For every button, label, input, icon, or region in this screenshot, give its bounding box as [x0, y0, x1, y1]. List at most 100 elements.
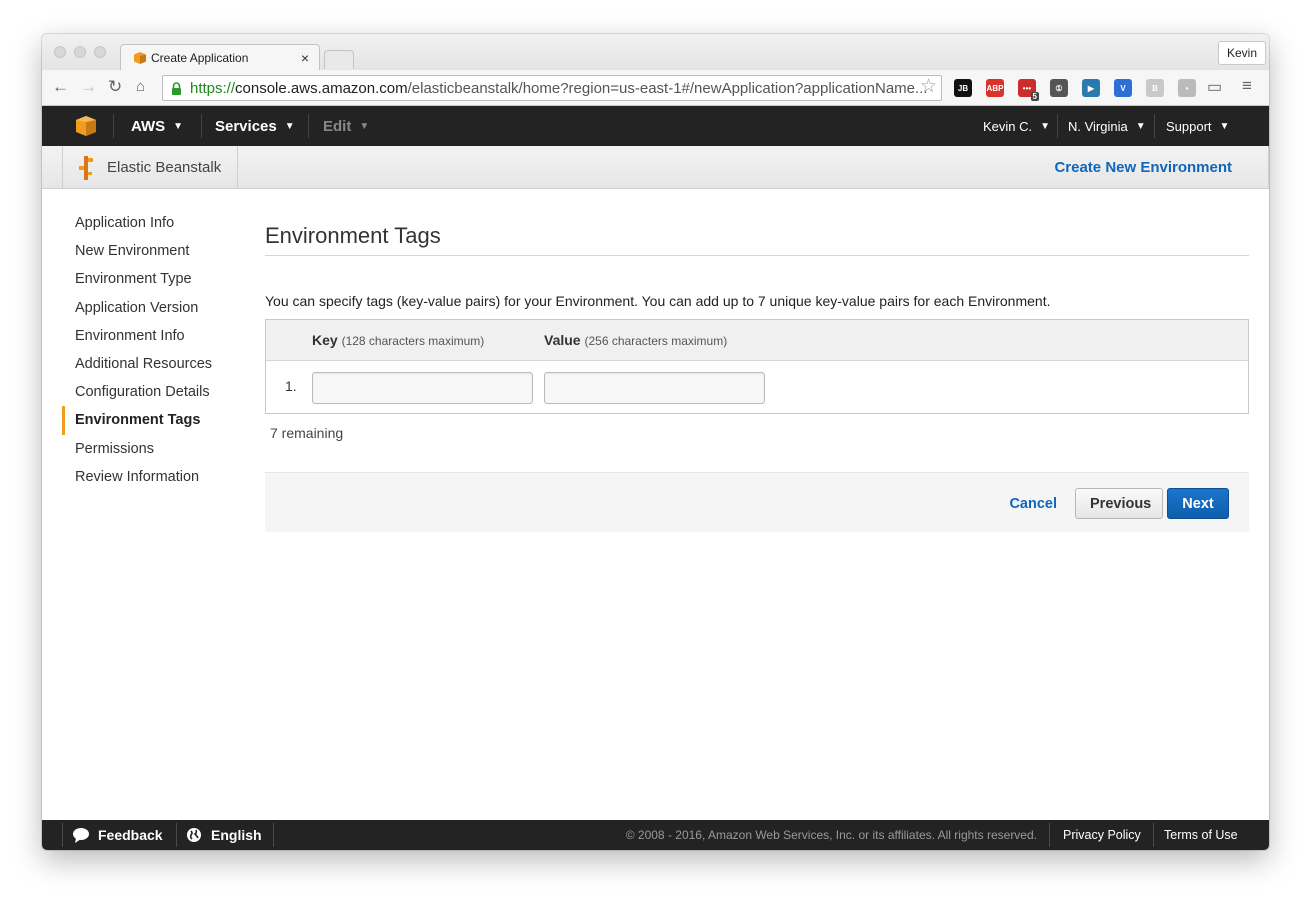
- sidebar-item-configuration-details[interactable]: Configuration Details: [62, 378, 242, 406]
- aws-menu-label: AWS: [131, 117, 166, 135]
- bookmark-icon[interactable]: B: [1146, 79, 1164, 97]
- main-content: Environment Tags You can specify tags (k…: [265, 209, 1249, 532]
- url-path: /elasticbeanstalk/home?region=us-east-1#…: [407, 79, 928, 97]
- value-header-label: Value: [544, 332, 581, 348]
- next-button[interactable]: Next: [1167, 488, 1229, 519]
- chevron-down-icon: ▼: [173, 120, 184, 132]
- key-column-header: Key (128 characters maximum): [312, 332, 484, 348]
- aws-footer: Feedback English © 2008 - 2016, Amazon W…: [42, 820, 1269, 850]
- wizard-actions: Cancel Previous Next: [265, 472, 1249, 532]
- address-bar[interactable]: https://console.aws.amazon.com/elasticbe…: [162, 75, 942, 101]
- tab-close-icon[interactable]: ×: [301, 50, 309, 66]
- url-host: console.aws.amazon.com: [235, 79, 408, 97]
- browser-tab[interactable]: Create Application ×: [120, 44, 320, 71]
- sidebar-item-application-version[interactable]: Application Version: [62, 294, 242, 322]
- back-arrow-icon[interactable]: ←: [52, 78, 69, 96]
- language-label: English: [211, 827, 262, 843]
- speech-bubble-icon: [73, 828, 89, 843]
- tags-description: You can specify tags (key-value pairs) f…: [265, 293, 1051, 309]
- sidebar-item-review-information[interactable]: Review Information: [62, 463, 242, 491]
- bookmark-star-icon[interactable]: ☆: [920, 75, 937, 98]
- aws-box-icon: [134, 52, 146, 64]
- globe-icon: [187, 828, 201, 842]
- support-menu-label: Support: [1166, 118, 1212, 134]
- reload-icon[interactable]: ↻: [108, 78, 122, 96]
- tab-strip: Create Application × Kevin: [42, 34, 1269, 71]
- user-menu-label: Kevin C.: [983, 118, 1033, 134]
- cast-icon[interactable]: ▭: [1207, 79, 1222, 97]
- chevron-down-icon: ▼: [1040, 120, 1051, 132]
- feedback-label: Feedback: [98, 827, 163, 843]
- new-tab-button[interactable]: [324, 50, 354, 69]
- window-controls: [54, 46, 106, 58]
- play-icon[interactable]: ▶: [1082, 79, 1100, 97]
- home-icon[interactable]: ⌂: [136, 78, 145, 96]
- services-menu[interactable]: Services ▼: [215, 106, 295, 146]
- chevron-down-icon: ▼: [284, 120, 295, 132]
- sidebar-item-new-environment[interactable]: New Environment: [62, 237, 242, 265]
- copyright-text: © 2008 - 2016, Amazon Web Services, Inc.…: [625, 828, 1037, 842]
- remaining-count: 7 remaining: [270, 425, 344, 441]
- terms-of-use-link[interactable]: Terms of Use: [1164, 820, 1238, 850]
- jetbrains-icon[interactable]: JB: [954, 79, 972, 97]
- lastpass-icon[interactable]: ••• 5: [1018, 79, 1039, 101]
- services-menu-label: Services: [215, 117, 277, 135]
- language-link[interactable]: English: [186, 820, 262, 850]
- row-number: 1.: [285, 378, 297, 394]
- menu-icon[interactable]: ≡: [1242, 77, 1252, 95]
- zoom-window-button[interactable]: [94, 46, 106, 58]
- sidebar-item-environment-tags[interactable]: Environment Tags: [62, 406, 242, 435]
- key-header-hint: (128 characters maximum): [341, 334, 485, 348]
- wizard-steps-nav: Application Info New Environment Environme…: [62, 209, 242, 491]
- previous-button[interactable]: Previous: [1075, 488, 1163, 519]
- support-menu[interactable]: Support ▼: [1166, 106, 1229, 146]
- user-menu[interactable]: Kevin C. ▼: [983, 106, 1050, 146]
- sidebar-item-additional-resources[interactable]: Additional Resources: [62, 350, 242, 378]
- chevron-down-icon: ▼: [359, 120, 370, 132]
- sidebar-item-environment-type[interactable]: Environment Type: [62, 265, 242, 293]
- forward-arrow-icon[interactable]: →: [80, 78, 97, 96]
- create-new-environment-link[interactable]: Create New Environment: [1038, 146, 1269, 188]
- sidebar-item-application-info[interactable]: Application Info: [62, 209, 242, 237]
- tags-table-header: Key (128 characters maximum) Value (256 …: [266, 320, 1248, 361]
- close-window-button[interactable]: [54, 46, 66, 58]
- url-scheme: https://: [190, 79, 236, 97]
- extension-badge: 5: [1030, 92, 1039, 101]
- aws-logo-icon[interactable]: [74, 114, 98, 138]
- region-menu[interactable]: N. Virginia ▼: [1068, 106, 1146, 146]
- sidebar-item-environment-info[interactable]: Environment Info: [62, 322, 242, 350]
- page-title: Environment Tags: [265, 209, 1249, 256]
- chevron-down-icon: ▼: [1135, 120, 1146, 132]
- cancel-button[interactable]: Cancel: [1009, 496, 1057, 512]
- tab-title: Create Application: [151, 51, 249, 65]
- beanstalk-icon: [79, 156, 93, 180]
- tag-value-input[interactable]: [544, 372, 765, 404]
- edit-menu[interactable]: Edit ▼: [323, 106, 369, 146]
- browser-window: Create Application × Kevin ← → ↻ ⌂ https…: [42, 34, 1269, 850]
- key-header-label: Key: [312, 332, 338, 348]
- value-column-header: Value (256 characters maximum): [544, 332, 727, 348]
- service-bar: Elastic Beanstalk Create New Environment: [42, 146, 1269, 189]
- minimize-window-button[interactable]: [74, 46, 86, 58]
- aws-top-nav: AWS ▼ Services ▼ Edit ▼ Kevin C. ▼ N. Virgin…: [42, 106, 1269, 146]
- profile-button[interactable]: Kevin: [1217, 41, 1266, 65]
- aws-menu[interactable]: AWS ▼: [131, 106, 183, 146]
- table-row: 1.: [266, 361, 1248, 413]
- lock-icon: [172, 81, 181, 95]
- adblock-icon[interactable]: ABP: [986, 79, 1004, 97]
- vimeo-icon[interactable]: V: [1114, 79, 1132, 97]
- browser-toolbar: ← → ↻ ⌂ https://console.aws.amazon.com/e…: [42, 70, 1269, 106]
- region-menu-label: N. Virginia: [1068, 118, 1128, 134]
- service-home-link[interactable]: Elastic Beanstalk: [62, 146, 239, 188]
- circle-icon[interactable]: •: [1178, 79, 1196, 97]
- tag-key-input[interactable]: [312, 372, 533, 404]
- onepassword-icon[interactable]: ①: [1050, 79, 1068, 97]
- value-header-hint: (256 characters maximum): [584, 334, 728, 348]
- sidebar-item-permissions[interactable]: Permissions: [62, 435, 242, 463]
- edit-menu-label: Edit: [323, 117, 352, 135]
- feedback-link[interactable]: Feedback: [72, 820, 163, 850]
- privacy-policy-link[interactable]: Privacy Policy: [1063, 820, 1141, 850]
- tags-table: Key (128 characters maximum) Value (256 …: [265, 319, 1249, 414]
- chevron-down-icon: ▼: [1219, 120, 1230, 132]
- service-name: Elastic Beanstalk: [107, 158, 222, 176]
